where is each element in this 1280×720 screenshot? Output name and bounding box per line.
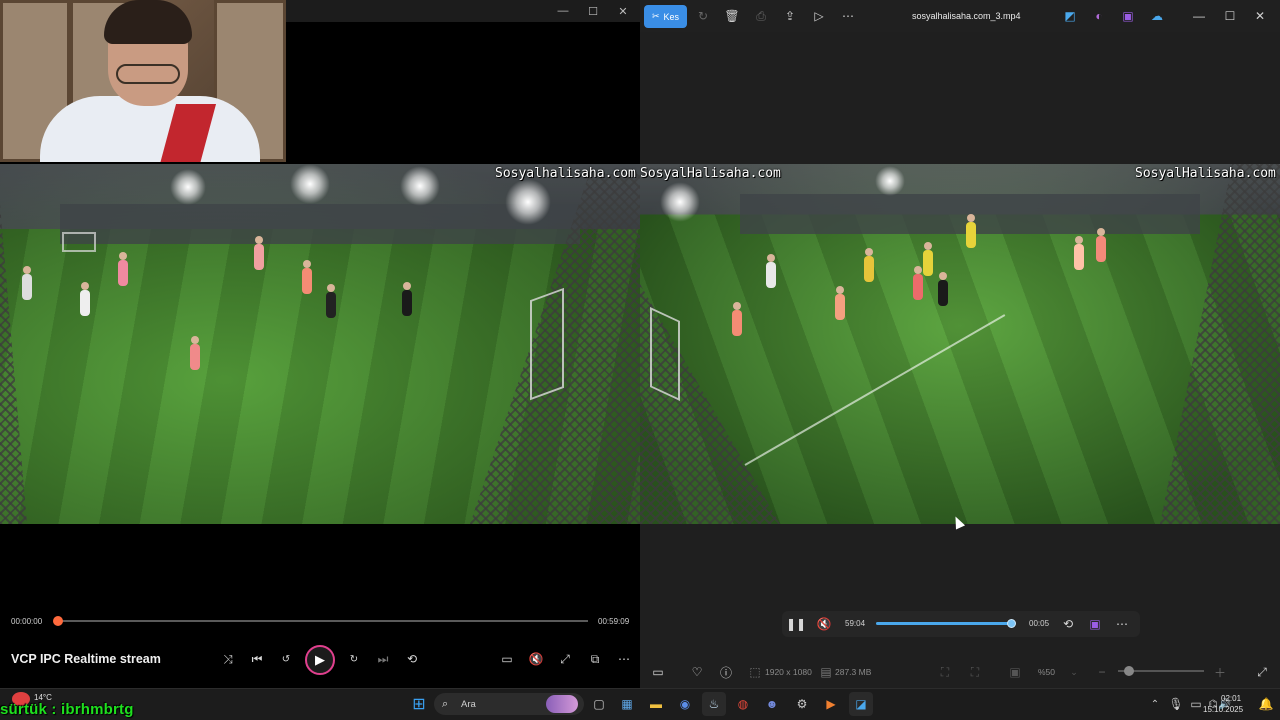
webcam-overlay <box>0 0 286 162</box>
trim-label: Kes <box>663 11 680 22</box>
more-options-icon[interactable]: ⋯ <box>1111 613 1133 635</box>
media-player-icon[interactable]: ▶ <box>819 692 843 716</box>
miniplayer-icon[interactable]: ⧉ <box>584 648 606 670</box>
seek-thumb[interactable] <box>1007 619 1016 628</box>
notifications-icon[interactable]: 🔔 <box>1254 692 1278 716</box>
task-view-icon[interactable]: ▢ <box>587 692 611 716</box>
resolution-icon: ⬚ <box>749 665 761 679</box>
minimize-icon[interactable]: — <box>1190 7 1208 25</box>
photos-icon[interactable]: ◪ <box>849 692 873 716</box>
search-highlight-icon <box>546 695 578 713</box>
resolution-value: 1920 x 1080 <box>765 667 812 677</box>
current-time: 00:00:00 <box>11 617 43 626</box>
video-watermark-left: SosyalHalisaha.com <box>640 166 781 181</box>
video-watermark: Sosyalhalisaha.com <box>495 166 636 181</box>
clipchamp-icon[interactable]: ◐ <box>1090 7 1108 25</box>
edit-with-ai-icon[interactable]: ▣ <box>1119 7 1137 25</box>
clipchamp-icon[interactable]: ▣ <box>1084 613 1106 635</box>
fit-icon[interactable]: ⛶ <box>934 661 956 683</box>
more-options-icon[interactable]: ⋯ <box>613 648 635 670</box>
clock-time[interactable]: 02:01 <box>1221 694 1241 703</box>
volume-muted-icon[interactable]: 🔇 <box>525 648 547 670</box>
fullscreen-icon[interactable]: ⤢ <box>1251 661 1273 683</box>
discord-icon[interactable]: ☻ <box>760 692 784 716</box>
delete-icon[interactable]: 🗑 <box>723 7 741 25</box>
maximize-icon[interactable]: ☐ <box>1221 7 1239 25</box>
total-time: 00:59:09 <box>598 617 630 626</box>
search-label: Ara <box>461 699 476 710</box>
trim-icon: ✂ <box>651 11 660 21</box>
info-icon[interactable]: ⓘ <box>715 661 737 683</box>
clock-date[interactable]: 15.10.2025 <box>1203 705 1243 714</box>
calculator-icon[interactable]: ▦ <box>615 692 639 716</box>
share-icon[interactable]: ⇪ <box>781 7 799 25</box>
close-icon[interactable]: ✕ <box>608 0 638 22</box>
minimize-icon[interactable]: — <box>548 0 578 22</box>
elapsed-time: 59:04 <box>845 619 866 628</box>
captions-icon[interactable]: ▭ <box>496 648 518 670</box>
print-icon[interactable]: ⎙ <box>752 7 770 25</box>
more-options-icon[interactable]: ⋯ <box>839 7 857 25</box>
trim-button[interactable]: ✂ Kes <box>644 5 687 28</box>
zoom-slider-thumb[interactable] <box>1124 666 1134 676</box>
fullscreen-icon[interactable]: ⤢ <box>554 648 576 670</box>
cloud-sync-icon[interactable]: ☁ <box>1148 7 1166 25</box>
close-icon[interactable]: ✕ <box>1251 7 1269 25</box>
seek-bar[interactable] <box>876 622 1012 625</box>
chevron-down-icon[interactable]: ⌄ <box>1063 661 1085 683</box>
file-size-icon: ▤ <box>820 665 832 679</box>
file-explorer-icon[interactable]: ▬ <box>644 692 668 716</box>
screenshot-icon[interactable]: ▣ <box>1004 661 1026 683</box>
media-title: VCP IPC Realtime stream <box>11 652 161 666</box>
video-watermark-right: SosyalHalisaha.com <box>1135 166 1276 181</box>
actual-size-icon[interactable]: ⛶ <box>964 661 986 683</box>
remaining-time: 00:05 <box>1029 619 1050 628</box>
favorite-icon[interactable]: ♡ <box>686 661 708 683</box>
left-video-frame[interactable]: Sosyalhalisaha.com <box>0 164 640 524</box>
search-icon: ⌕ <box>442 698 449 710</box>
right-video-frame[interactable]: SosyalHalisaha.com SosyalHalisaha.com <box>640 164 1280 524</box>
next-icon[interactable]: ⏭ <box>372 648 394 670</box>
rotate-icon[interactable]: ↻ <box>694 7 712 25</box>
left-player-titlebar: — ☐ ✕ <box>286 0 640 22</box>
steam-icon[interactable]: ♨ <box>702 692 726 716</box>
taskbar <box>0 688 1280 720</box>
file-name: sosyalhalisaha.com_3.mp4 <box>912 11 1021 21</box>
file-size-value: 287.3 MB <box>835 667 872 677</box>
zoom-out-icon[interactable]: − <box>1091 661 1113 683</box>
repeat-off-icon[interactable]: ⟲ <box>1057 613 1079 635</box>
forward-30-icon[interactable]: ↻ <box>343 648 365 670</box>
rewind-10-icon[interactable]: ↺ <box>275 648 297 670</box>
previous-icon[interactable]: ⏮ <box>246 648 268 670</box>
seek-thumb[interactable] <box>53 616 63 626</box>
zoom-in-icon[interactable]: ＋ <box>1209 661 1231 683</box>
mute-icon[interactable]: 🔇 <box>813 613 835 635</box>
start-icon[interactable]: ⊞ <box>407 692 431 716</box>
shuffle-icon[interactable]: ⤨ <box>217 648 239 670</box>
filmstrip-icon[interactable]: ▭ <box>647 661 669 683</box>
settings-icon[interactable]: ⚙ <box>790 692 814 716</box>
play-button[interactable]: ▶ <box>305 645 335 675</box>
repeat-off-icon[interactable]: ⟲ <box>401 648 423 670</box>
maximize-icon[interactable]: ☐ <box>578 0 608 22</box>
pause-icon[interactable]: ❚❚ <box>785 613 807 635</box>
stream-chat-overlay: sürtük : ibrhmbrtg <box>0 701 134 718</box>
slideshow-icon[interactable]: ▷ <box>810 7 828 25</box>
designer-icon[interactable]: ◩ <box>1061 7 1079 25</box>
browser-icon[interactable]: ◉ <box>673 692 697 716</box>
seek-bar[interactable] <box>58 620 588 622</box>
zoom-level[interactable]: %50 <box>1038 667 1055 677</box>
chrome-icon[interactable]: ◍ <box>731 692 755 716</box>
